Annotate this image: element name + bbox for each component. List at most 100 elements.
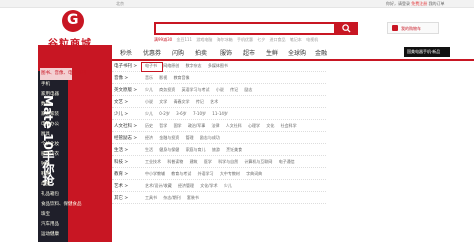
sub-item[interactable]: 文化/学术 xyxy=(200,183,217,188)
location-label[interactable]: 北京 xyxy=(116,1,124,7)
site-logo[interactable]: G 谷粒商城 xyxy=(48,10,108,50)
nav-item[interactable]: 优惠券 xyxy=(143,48,161,57)
sub-item[interactable]: 小说 xyxy=(216,87,224,92)
sub-item[interactable]: 教育与考试 xyxy=(171,171,191,176)
nav-item[interactable]: 金融 xyxy=(315,48,327,57)
sub-item[interactable]: 社会科学 xyxy=(281,123,297,128)
category-header[interactable] xyxy=(38,45,112,59)
hot-word[interactable]: 海尔冰箱 xyxy=(217,37,233,42)
sub-item[interactable]: 科学与自然 xyxy=(218,159,238,164)
sub-item[interactable]: 青春文学 xyxy=(174,99,190,104)
sub-item[interactable]: 套装书 xyxy=(187,195,199,200)
sub-item[interactable]: 文学 xyxy=(159,99,167,104)
search-button[interactable] xyxy=(336,22,358,35)
sidebar-item[interactable]: 食品饮料、保健食品 xyxy=(41,201,82,207)
row-title[interactable]: 科技 > xyxy=(114,159,128,165)
hot-word[interactable]: 笔记本 xyxy=(290,37,302,42)
sub-item[interactable]: 小说 xyxy=(145,99,153,104)
row-title[interactable]: 少儿 > xyxy=(114,111,128,117)
sub-item[interactable]: 生活 xyxy=(145,147,153,152)
login-link[interactable]: 你好，请登录 xyxy=(386,1,410,6)
sub-item[interactable]: 网络原创 xyxy=(163,63,179,68)
sub-item[interactable]: 旅游 xyxy=(212,147,220,152)
orders-link[interactable]: 我的订单 xyxy=(429,1,445,6)
hot-word[interactable]: 进口食品 xyxy=(270,37,286,42)
sub-item[interactable]: 心理学 xyxy=(248,123,260,128)
sidebar-item[interactable]: 家居家装 xyxy=(41,111,59,117)
cart-button[interactable]: 我的购物车 xyxy=(387,22,439,34)
sub-item[interactable]: 11-14岁 xyxy=(212,111,228,116)
sub-item[interactable]: 建筑 xyxy=(190,159,198,164)
row-title[interactable]: 生活 > xyxy=(114,147,128,153)
sidebar-item[interactable]: 厨具 xyxy=(41,131,50,137)
hot-word[interactable]: 游戏电脑 xyxy=(196,37,212,42)
register-link[interactable]: 免费注册 xyxy=(411,1,427,6)
hot-word[interactable]: 电视机 xyxy=(306,37,318,42)
sidebar-item[interactable]: 家用电器 xyxy=(41,91,59,97)
sub-item[interactable]: 管理 xyxy=(186,135,194,140)
search-input[interactable] xyxy=(156,24,330,33)
row-title[interactable]: 其它 > xyxy=(114,195,128,201)
sub-item[interactable]: 科普读物 xyxy=(167,159,183,164)
sidebar-item[interactable]: 数码 xyxy=(41,101,50,107)
nav-item[interactable]: 闪购 xyxy=(172,48,184,57)
sub-item[interactable]: 人文社科 xyxy=(226,123,242,128)
sub-item[interactable]: 计算机与互联网 xyxy=(244,159,272,164)
sidebar-item[interactable]: 电脑办公 xyxy=(41,121,59,127)
row-title[interactable]: 人文社科 > xyxy=(114,123,137,129)
sub-item[interactable]: 法律 xyxy=(211,123,219,128)
sidebar-item[interactable]: 手机 xyxy=(41,81,50,87)
sub-item[interactable]: 励志 xyxy=(244,87,252,92)
sidebar-item[interactable]: 汽车用品 xyxy=(41,221,59,227)
sidebar-item[interactable]: 珠宝 xyxy=(41,211,50,217)
sub-item[interactable]: 励志与成功 xyxy=(200,135,220,140)
sub-item[interactable]: 电子书 xyxy=(145,63,157,68)
sub-item[interactable]: 数字杂志 xyxy=(186,63,202,68)
sub-item[interactable]: 艺术 xyxy=(210,99,218,104)
sub-item[interactable]: 工具书 xyxy=(145,195,157,200)
sub-item[interactable]: 大中专教材 xyxy=(220,171,240,176)
sub-item[interactable]: 历史 xyxy=(145,123,153,128)
row-title[interactable]: 电子书刊 > xyxy=(114,63,137,69)
nav-item[interactable]: 全球购 xyxy=(288,48,306,57)
sub-item[interactable]: 家庭与育儿 xyxy=(186,147,206,152)
nav-item[interactable]: 服饰 xyxy=(220,48,232,57)
sub-item[interactable]: 中小学教辅 xyxy=(145,171,165,176)
sub-item[interactable]: 0-2岁 xyxy=(159,111,170,116)
sidebar-item[interactable]: 图书、音像、电子书刊 xyxy=(41,70,86,76)
sub-item[interactable]: 影视 xyxy=(159,75,167,80)
row-title[interactable]: 文艺 > xyxy=(114,99,128,105)
sub-item[interactable]: 外语学习 xyxy=(198,171,214,176)
sub-item[interactable]: 3-6岁 xyxy=(176,111,187,116)
sub-item[interactable]: 少儿 xyxy=(145,87,153,92)
sub-item[interactable]: 字典词典 xyxy=(246,171,262,176)
sub-item[interactable]: 经济 xyxy=(145,135,153,140)
sub-item[interactable]: 教育音像 xyxy=(174,75,190,80)
nav-item[interactable]: 拍卖 xyxy=(195,48,207,57)
sub-item[interactable]: 艺术/设计/收藏 xyxy=(145,183,172,188)
sub-item[interactable]: 传记 xyxy=(230,87,238,92)
row-title[interactable]: 音像 > xyxy=(114,75,128,81)
sub-item[interactable]: 7-10岁 xyxy=(193,111,206,116)
sub-item[interactable]: 工业技术 xyxy=(145,159,161,164)
sidebar-item[interactable]: 母婴 xyxy=(41,181,50,187)
sub-item[interactable]: 国学 xyxy=(174,123,182,128)
sub-item[interactable]: 杂志/期刊 xyxy=(163,195,180,200)
hot-word[interactable]: 手机优惠 xyxy=(237,37,253,42)
sub-item[interactable]: 英语学习与考试 xyxy=(182,87,210,92)
sub-item[interactable]: 经济管理 xyxy=(178,183,194,188)
sub-item[interactable]: 传记 xyxy=(196,99,204,104)
sub-item[interactable]: 少儿 xyxy=(224,183,232,188)
sub-item[interactable]: 金融与投资 xyxy=(159,135,179,140)
nav-item[interactable]: 秒杀 xyxy=(120,48,132,57)
nav-item[interactable]: 生鲜 xyxy=(266,48,278,57)
sub-item[interactable]: 文化 xyxy=(266,123,274,128)
sidebar-item[interactable]: 礼品箱包 xyxy=(41,191,59,197)
sub-item[interactable]: 健身与保健 xyxy=(159,147,179,152)
sidebar-item[interactable]: 个护化妆 xyxy=(41,141,59,147)
promo-banner[interactable]: 国美电器手机·新品 xyxy=(404,47,450,57)
hot-word[interactable]: 七夕 xyxy=(257,37,265,42)
row-title[interactable]: 教育 > xyxy=(114,171,128,177)
hot-word[interactable]: 金豆111 xyxy=(176,37,192,42)
sub-item[interactable]: 电子通信 xyxy=(279,159,295,164)
